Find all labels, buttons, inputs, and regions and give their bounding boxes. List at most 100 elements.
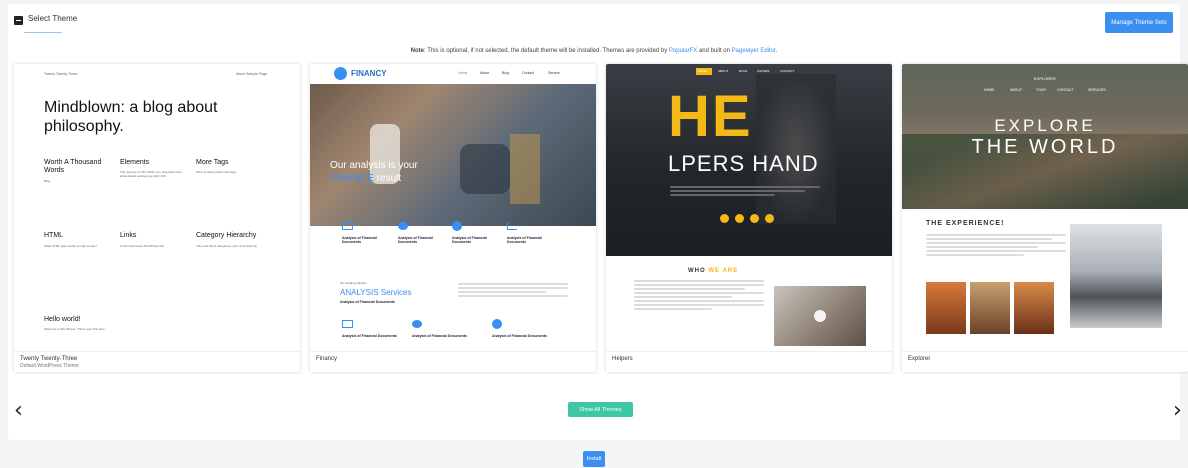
feature-title: Analysis of Financial Documents [492,334,547,338]
show-all-themes-button[interactable]: Show All Themes [568,402,633,417]
chat-icon [398,222,408,230]
title-underline [24,32,62,33]
theme-name: Helpers [612,356,633,362]
hero-rest: result [373,173,402,184]
install-button[interactable]: Install [583,451,605,467]
pagelayer-link[interactable]: Pagelayer Editor [732,48,776,54]
explorer-nav-item: HOME [984,88,995,92]
explorer-nav-item: ABOUT [1010,88,1023,92]
helpers-circle-icon [765,214,774,223]
hero-mountains: EXPLORER HOME ABOUT TOUR CONTACT SERVICE… [902,64,1188,209]
feature-title: Analysis of Financial Documents [452,236,487,244]
feature-title: Analysis of Financial Documents [507,236,542,244]
theme-caption: Helpers [606,351,892,372]
monitor-icon [342,222,353,230]
section-title: Select Theme [28,14,78,23]
feature-title: Analysis of Financial Documents [412,334,467,338]
note-mid: and built on [697,48,732,54]
helpers-circle-icon [735,214,744,223]
chart-icon [507,222,517,230]
post-meta: Welcome to WordPress. This is your first… [44,327,106,331]
popularfx-link[interactable]: PopularFX [669,48,697,54]
theme-thumbnail[interactable]: FINANCY Home About Blog Contact Service … [310,64,596,351]
services-title: ANALYSIS Services [340,288,411,297]
monitor-icon [342,320,353,328]
helpers-nav-item: HOME [698,69,707,73]
play-icon[interactable] [814,310,826,322]
post-meta: Blog [44,179,51,183]
helpers-nav-item: CAUSES [757,69,770,73]
explorer-hero2: THE WORLD [971,136,1119,158]
theme-subtitle: Default WordPress Theme [20,363,79,369]
post-title: Category Hierarchy [196,232,257,239]
prev-arrow-icon[interactable]: ‹ [14,400,23,422]
theme-card-financy[interactable]: FINANCY Home About Blog Contact Service … [310,64,596,372]
manage-theme-sets-button[interactable]: Manage Theme Sets [1105,12,1173,33]
explorer-photo [926,282,966,334]
who-we-are: WHO WE ARE [688,268,738,274]
post-title: Hello world! [44,316,81,323]
theme-panel: Select Theme Manage Theme Sets Note: Thi… [8,4,1188,440]
explorer-photo [1014,282,1054,334]
post-title: Worth A Thousand Words [44,159,102,174]
collapse-icon[interactable] [14,16,23,25]
services-sub: Analysis of Financial Documents [340,300,395,304]
services-highlight: ANALYSIS [340,288,379,297]
note-text: : This is optional, if not selected, the… [424,48,669,54]
helpers-nav-item: BLOG [739,69,748,73]
hero-line2: FINANCE result [330,173,401,184]
theme-caption: Financy [310,351,596,372]
theme-card-helpers[interactable]: HOME ABOUT BLOG CAUSES CONTACT HE LPERS … [606,64,892,372]
helpers-nav-item: ABOUT [718,69,729,73]
explorer-hero1: EXPLORE [994,116,1096,135]
explorer-nav-item: TOUR [1036,88,1046,92]
helpers-big-text: HE [668,84,753,149]
post-title: More Tags [196,159,229,166]
next-arrow-icon[interactable]: › [1173,400,1182,422]
hero-line1: Our analysis is your [330,160,418,171]
theme-thumbnail[interactable]: Twenty Twenty-Three About Sample Page Mi… [14,64,300,351]
post-meta: What HTML tags would you like to see? [44,244,97,248]
note-prefix: Note [410,48,424,54]
preview-nav-item: Blog [502,71,510,75]
post-title: Elements [120,159,150,166]
explorer-nav-item: CONTACT [1057,88,1074,92]
theme-card-twenty-twenty-three[interactable]: Twenty Twenty-Three About Sample Page Mi… [14,64,300,372]
helpers-video-thumb[interactable] [774,286,866,346]
theme-caption: Explorer [902,351,1188,372]
preview-nav-item: Home [458,71,468,75]
post-meta: In the well known WordPress title [120,244,165,248]
who-highlight: WE ARE [708,268,739,274]
note-end: . [775,48,778,54]
helpers-circle-icon [750,214,759,223]
preview-header: FINANCY Home About Blog Contact Service [310,64,596,84]
who-pre: WHO [688,268,709,274]
chat-icon [412,320,422,328]
post-title: HTML [44,232,64,239]
preview-nav-item: Contact [522,71,535,75]
hero-photo: Our analysis is your FINANCE result [310,84,596,226]
theme-caption: Twenty Twenty-Three Default WordPress Th… [14,351,300,372]
post-meta: This post has 4 categories, part of a hi… [196,244,257,248]
feature-title: Analysis of Financial Documents [342,236,377,244]
hero-dark: HOME ABOUT BLOG CAUSES CONTACT HE LPERS … [606,64,892,256]
theme-thumbnail[interactable]: EXPLORER HOME ABOUT TOUR CONTACT SERVICE… [902,64,1188,351]
services-rest: Services [378,288,412,297]
explorer-mountain-photo [1070,224,1162,328]
preview-site-title: Twenty Twenty-Three [44,72,78,76]
post-meta: The purpose of this HTML is to help dete… [120,170,182,178]
theme-thumbnail[interactable]: HOME ABOUT BLOG CAUSES CONTACT HE LPERS … [606,64,892,351]
experience-title: THE EXPERIENCE! [926,220,1005,227]
theme-name: Explorer [908,356,931,362]
preview-nav-item: About [480,71,490,75]
services-kicker: Our leading solution [340,281,367,285]
preview-headline: Mindblown: a blog about philosophy. [44,99,218,135]
post-title: Links [120,232,137,239]
preview-nav: About Sample Page [236,72,268,76]
hero-highlight: FINANCE [330,173,374,184]
theme-card-explorer[interactable]: EXPLORER HOME ABOUT TOUR CONTACT SERVICE… [902,64,1188,372]
explorer-photo [970,282,1010,334]
pie-icon [452,221,462,231]
helpers-nav-item: CONTACT [780,69,795,73]
feature-title: Analysis of Financial Documents [398,236,433,244]
